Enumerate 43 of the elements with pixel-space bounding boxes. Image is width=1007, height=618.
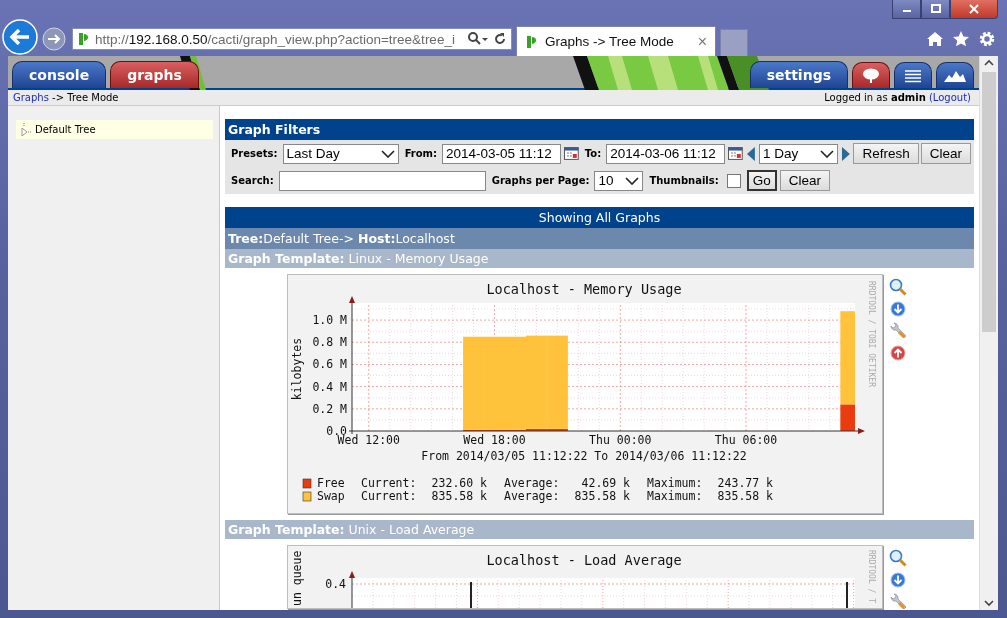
tick-label: 1.0 M [312, 313, 347, 328]
legend-label: Free [317, 476, 345, 490]
panel-title: Graph Filters [225, 119, 974, 140]
field-label: From: [404, 148, 438, 159]
legend-label: Maximum: [647, 489, 703, 503]
legend-value: 835.58 k [431, 489, 487, 503]
field-label: Graphs per Page: [491, 175, 590, 186]
field-label: Search: [231, 175, 274, 186]
legend-label: Average: [504, 476, 560, 490]
legend-value: 232.60 k [431, 476, 487, 490]
axis-label: kilobytes [290, 337, 304, 401]
field-label: Thumbnails: [649, 175, 719, 186]
breadcrumb-text: -> Tree Mode [52, 92, 119, 103]
watermark: RRDTOOL / TOBI OETIKER [867, 281, 876, 387]
tick-label: 0.4 [325, 577, 346, 591]
tick-label: Wed 18:00 [463, 433, 526, 447]
legend-value: 243.77 k [717, 476, 773, 490]
time-range: From 2014/03/05 11:12:22 To 2014/03/06 11:12:22 [421, 449, 747, 463]
tick-label: 0.8 M [312, 335, 347, 350]
legend-label: Maximum: [647, 476, 703, 490]
tick-label: 0.2 M [312, 401, 347, 416]
chart-title: Localhost - Memory Usage [486, 281, 682, 297]
login-status: Logged in as admin [824, 92, 926, 103]
legend-label: Average: [504, 489, 560, 503]
tree-header: Tree:Default Tree-> Host:Localhost [225, 228, 974, 249]
legend-label: Current: [361, 476, 417, 490]
tick-label: Thu 00:00 [589, 433, 652, 447]
axis-label: un queue [290, 550, 304, 606]
watermark: RRDTOOL / T [867, 550, 876, 603]
legend-value: 42.69 k [581, 476, 630, 490]
tick-label: Thu 06:00 [714, 433, 778, 447]
section-header: Showing All Graphs [225, 207, 974, 228]
tick-label: 0.6 M [312, 357, 347, 372]
legend-label: Current: [361, 489, 417, 503]
tick-label: 0.4 M [312, 379, 347, 394]
field-label: To: [584, 148, 602, 159]
legend-value: 835.58 k [574, 489, 630, 503]
template-header: Graph Template: Unix - Load Average [225, 520, 974, 539]
legend-label: Swap [317, 489, 345, 503]
chart-title: Localhost - Load Average [486, 552, 682, 568]
legend-value: 835.58 k [717, 489, 773, 503]
field-label: Presets: [231, 148, 278, 159]
template-header: Graph Template: Linux - Memory Usage [225, 249, 974, 268]
